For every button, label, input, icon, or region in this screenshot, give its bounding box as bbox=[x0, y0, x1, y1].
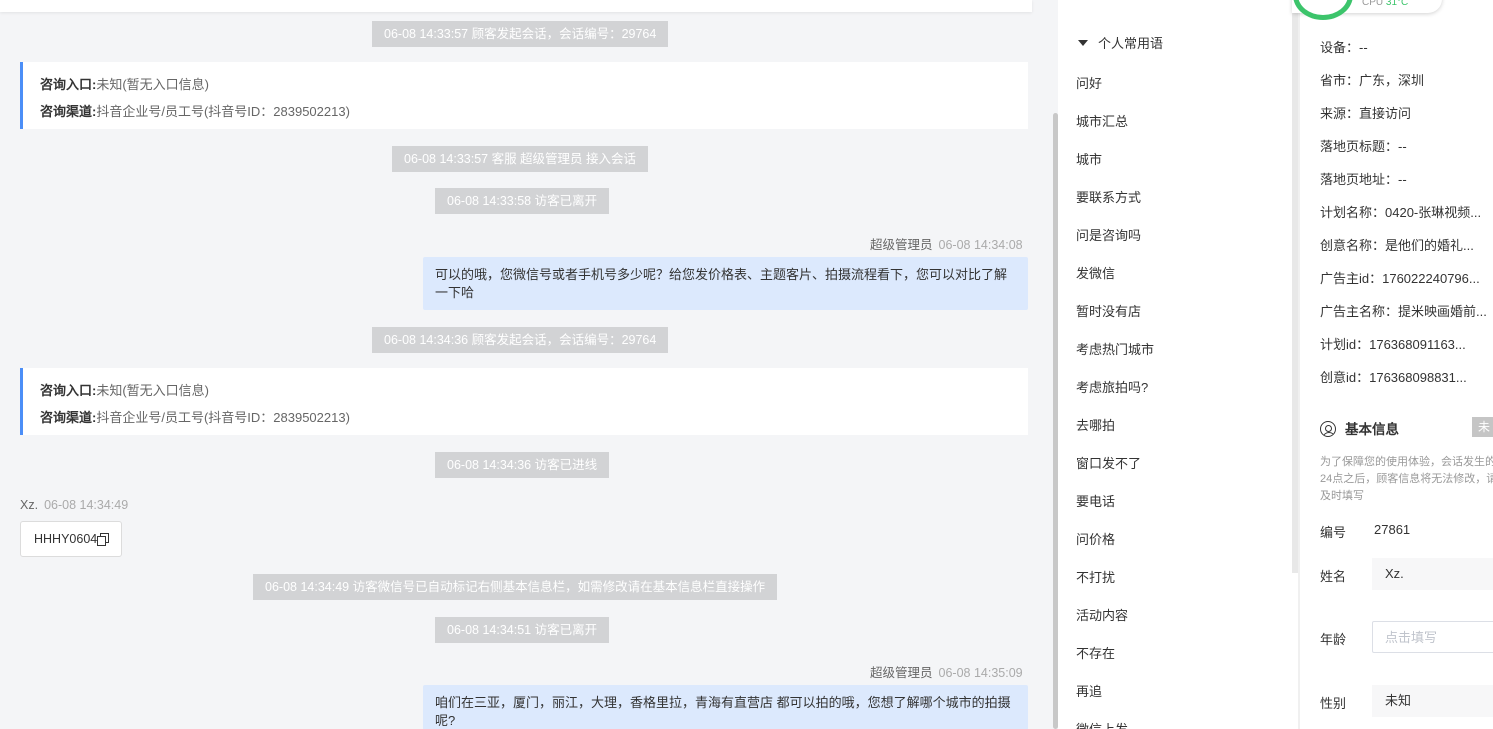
phrase-group-label: 个人常用语 bbox=[1098, 36, 1164, 51]
system-message: 06-08 14:34:51 访客已离开 bbox=[435, 617, 610, 643]
entry-value: 未知(暂无入口信息) bbox=[96, 383, 210, 398]
info-advertiser-name: 广告主名称：提米映画婚前... bbox=[1320, 304, 1487, 319]
channel-label: 咨询渠道: bbox=[40, 410, 97, 425]
chat-header-bar bbox=[0, 0, 1032, 12]
message-meta: 超级管理员 06-08 14:34:08 bbox=[870, 234, 1023, 253]
phrase-item[interactable]: 问是咨询吗 bbox=[1076, 225, 1141, 244]
user-circle-icon bbox=[1320, 421, 1336, 437]
phrase-item[interactable]: 考虑热门城市 bbox=[1076, 339, 1154, 358]
copy-icon[interactable] bbox=[97, 533, 110, 546]
phrase-item[interactable]: 再追 bbox=[1076, 681, 1102, 700]
entry-label: 咨询入口: bbox=[40, 383, 97, 398]
entry-value: 未知(暂无入口信息) bbox=[96, 77, 210, 92]
info-landing-title: 落地页标题：-- bbox=[1320, 139, 1407, 154]
cpu-label: CPU bbox=[1362, 0, 1384, 8]
consult-entry-card: 咨询入口:未知(暂无入口信息) 咨询渠道:抖音企业号/员工号(抖音号ID：283… bbox=[20, 62, 1028, 129]
age-label: 年龄 bbox=[1320, 632, 1347, 647]
message-meta: Xz. 06-08 14:34:49 bbox=[20, 498, 128, 512]
phrase-group-header[interactable]: 个人常用语 bbox=[1078, 34, 1163, 54]
message-time: 06-08 14:35:09 bbox=[938, 666, 1023, 680]
system-message: 06-08 14:34:36 顾客发起会话，会话编号：29764 bbox=[372, 327, 669, 353]
info-device: 设备：-- bbox=[1320, 40, 1368, 55]
chat-panel[interactable]: 06-08 14:33:57 顾客发起会话，会话编号：29764 咨询入口:未知… bbox=[0, 0, 1058, 729]
gender-select[interactable]: 未知 bbox=[1372, 685, 1493, 717]
message-time: 06-08 14:34:49 bbox=[44, 498, 129, 512]
phrase-item[interactable]: 微信上发 bbox=[1076, 719, 1128, 729]
agent-message-bubble: 可以的哦，您微信号或者手机号多少呢？给您发价格表、主题客片、拍摄流程看下，您可以… bbox=[423, 257, 1028, 310]
gender-label: 性别 bbox=[1320, 696, 1347, 711]
system-message: 06-08 14:33:58 访客已离开 bbox=[435, 188, 610, 214]
agent-message-bubble: 咱们在三亚，厦门，丽江，大理，香格里拉，青海有直营店 都可以拍的哦，您想了解哪个… bbox=[423, 685, 1028, 729]
phrase-item[interactable]: 问好 bbox=[1076, 73, 1102, 92]
system-message: 06-08 14:34:36 访客已进线 bbox=[435, 452, 610, 478]
caret-down-icon bbox=[1078, 40, 1088, 46]
phrase-item[interactable]: 活动内容 bbox=[1076, 605, 1128, 624]
info-landing-url: 落地页地址：-- bbox=[1320, 172, 1407, 187]
info-creative-name: 创意名称：是他们的婚礼... bbox=[1320, 238, 1474, 253]
phrase-item[interactable]: 要联系方式 bbox=[1076, 187, 1141, 206]
basic-info-title: 基本信息 bbox=[1345, 422, 1399, 437]
id-label: 编号 bbox=[1320, 525, 1347, 540]
cpu-value: 31°C bbox=[1385, 0, 1409, 8]
sender-name: 超级管理员 bbox=[870, 238, 933, 252]
id-value: 27861 bbox=[1374, 522, 1411, 537]
info-advertiser-id: 广告主id：176022240796... bbox=[1320, 271, 1480, 286]
phrase-item[interactable]: 问价格 bbox=[1076, 529, 1115, 548]
phrase-item[interactable]: 不存在 bbox=[1076, 643, 1115, 662]
sender-name: 超级管理员 bbox=[870, 666, 933, 680]
channel-value: 抖音企业号/员工号(抖音号ID：2839502213) bbox=[96, 104, 350, 119]
entry-label: 咨询入口: bbox=[40, 77, 97, 92]
info-creative-id: 创意id：176368098831... bbox=[1320, 370, 1467, 385]
phrase-item[interactable]: 要电话 bbox=[1076, 491, 1115, 510]
info-region: 省市：广东，深圳 bbox=[1320, 73, 1425, 88]
channel-label: 咨询渠道: bbox=[40, 104, 97, 119]
system-message: 06-08 14:33:57 客服 超级管理员 接入会话 bbox=[392, 146, 649, 172]
cpu-readout: CPU 31°C bbox=[1362, 0, 1408, 8]
info-source: 来源：直接访问 bbox=[1320, 106, 1412, 121]
sender-name: Xz. bbox=[20, 498, 39, 512]
info-plan-id: 计划id：176368091163... bbox=[1320, 337, 1466, 352]
phrase-item[interactable]: 城市汇总 bbox=[1076, 111, 1128, 130]
edit-notice: 为了保障您的使用体验，会话发生的24点之后，顾客信息将无法修改，请及时填写 bbox=[1320, 456, 1493, 502]
name-field[interactable]: Xz. bbox=[1372, 558, 1493, 590]
visitor-message-card[interactable]: HHHY0604 bbox=[20, 521, 122, 557]
message-time: 06-08 14:34:08 bbox=[938, 238, 1023, 252]
age-input[interactable] bbox=[1372, 621, 1493, 653]
phrase-item[interactable]: 城市 bbox=[1076, 149, 1102, 168]
phrase-item[interactable]: 发微信 bbox=[1076, 263, 1115, 282]
system-message: 06-08 14:33:57 顾客发起会话，会话编号：29764 bbox=[372, 21, 669, 47]
phrase-item[interactable]: 不打扰 bbox=[1076, 567, 1115, 586]
phrase-item[interactable]: 去哪拍 bbox=[1076, 415, 1115, 434]
basic-info-heading: 基本信息 bbox=[1320, 418, 1399, 438]
status-tag[interactable]: 未 bbox=[1472, 417, 1493, 437]
consult-entry-card: 咨询入口:未知(暂无入口信息) 咨询渠道:抖音企业号/员工号(抖音号ID：283… bbox=[20, 368, 1028, 435]
visitor-message-text: HHHY0604 bbox=[34, 532, 98, 546]
name-label: 姓名 bbox=[1320, 569, 1347, 584]
phrase-item[interactable]: 暂时没有店 bbox=[1076, 301, 1141, 320]
info-plan-name: 计划名称：0420-张琳视频... bbox=[1320, 205, 1482, 220]
message-meta: 超级管理员 06-08 14:35:09 bbox=[870, 662, 1023, 681]
phrase-item[interactable]: 考虑旅拍吗? bbox=[1076, 377, 1148, 396]
system-message: 06-08 14:34:49 访客微信号已自动标记右侧基本信息栏，如需修改请在基… bbox=[253, 574, 778, 600]
phrase-item[interactable]: 窗口发不了 bbox=[1076, 453, 1141, 472]
channel-value: 抖音企业号/员工号(抖音号ID：2839502213) bbox=[96, 410, 350, 425]
